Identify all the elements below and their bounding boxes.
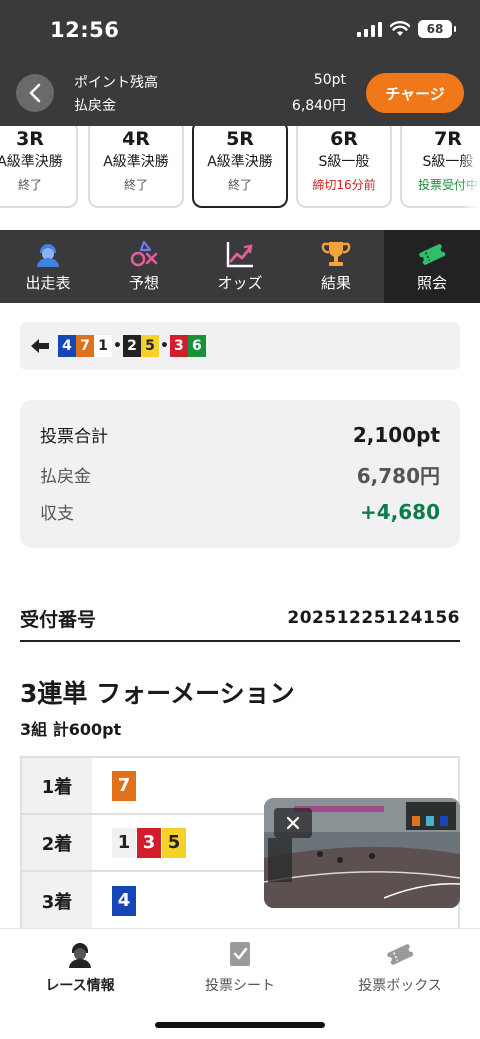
bet-subtitle: 3組 計600pt: [20, 720, 122, 739]
status-bar: 12:56 68: [0, 0, 480, 62]
prediction-icon: [130, 240, 158, 267]
bottom-tab-label: 投票ボックス: [358, 978, 442, 994]
ticket-icon: [418, 244, 446, 265]
bracket-chip: 1: [94, 335, 112, 357]
sheet-check-icon: [230, 942, 250, 966]
race-status: 終了: [123, 178, 148, 192]
race-class: A級準決勝: [207, 154, 273, 170]
race-number: 4R: [122, 128, 150, 150]
chevron-left-icon: [29, 83, 41, 103]
home-indicator: [155, 1022, 325, 1028]
battery-icon: 68: [418, 20, 456, 38]
race-status: 締切16分前: [312, 178, 376, 192]
summary-payout-row: 払戻金 6,780円: [40, 460, 440, 489]
bracket-chip: 3: [137, 827, 161, 858]
race-class: A級準決勝: [0, 154, 63, 170]
ticket-box-icon: [386, 944, 414, 965]
bracket-chip: 4: [58, 335, 76, 357]
race-status: 終了: [227, 178, 252, 192]
selection-combo: 4 7 1 • 2 5 • 3 6: [20, 322, 460, 370]
chip-group: 1 3 5: [92, 827, 186, 858]
total-label: 投票合計: [40, 427, 108, 447]
status-time: 12:56: [50, 18, 120, 42]
race-tab-5r[interactable]: 5R A級準決勝 終了: [192, 126, 288, 208]
summary-total-row: 投票合計 2,100pt: [40, 422, 440, 448]
bracket-chip: 2: [122, 335, 141, 357]
live-video-player[interactable]: [264, 798, 460, 908]
section-tabs: 出走表 予想 オッズ 結果 照会: [0, 230, 480, 303]
balance-label: 収支: [40, 504, 74, 524]
bracket-chip: 4: [112, 885, 136, 916]
tab-prediction[interactable]: 予想: [96, 230, 192, 303]
close-video-button[interactable]: [274, 808, 312, 838]
race-class: S級一般: [318, 154, 370, 170]
chip-group: 7: [92, 770, 136, 801]
position-label: 2着: [22, 815, 92, 870]
tab-odds[interactable]: オッズ: [192, 230, 288, 303]
strip-fade: [460, 126, 480, 230]
payout-value: 6,780円: [356, 464, 440, 488]
bottom-tab-bet-sheet[interactable]: 投票シート: [160, 939, 320, 995]
tab-results[interactable]: 結果: [288, 230, 384, 303]
bottom-tab-race-info[interactable]: レース情報: [0, 939, 160, 995]
racer-icon: [37, 244, 59, 267]
receipt-number-row: 受付番号 20251225124156: [20, 596, 460, 642]
bottom-tab-label: 投票シート: [205, 978, 275, 994]
tab-label: 予想: [128, 274, 159, 292]
racer-icon: [69, 943, 91, 968]
balance-value: +4,680: [359, 499, 440, 524]
tab-inquiry[interactable]: 照会: [384, 230, 480, 303]
race-number: 6R: [330, 128, 358, 150]
trophy-icon: [321, 242, 351, 266]
combo-separator: •: [113, 338, 122, 354]
tab-label: 出走表: [25, 274, 71, 292]
race-tab-3r[interactable]: 3R A級準決勝 終了: [0, 126, 78, 208]
payout-label: 払戻金: [40, 467, 91, 487]
bracket-chip: 6: [187, 335, 206, 357]
app-header: ポイント残高 払戻金 50pt 6,840円 チャージ: [0, 62, 480, 126]
bracket-chip: 5: [162, 827, 186, 858]
race-tab-6r[interactable]: 6R S級一般 締切16分前: [296, 126, 392, 208]
close-icon: [286, 816, 300, 830]
bracket-chip: 1: [112, 827, 136, 858]
chip-group: 4: [92, 885, 136, 916]
tab-entries[interactable]: 出走表: [0, 230, 96, 303]
bracket-chip: 5: [140, 335, 159, 357]
receipt-value: 20251225124156: [287, 608, 460, 628]
tab-label: 結果: [320, 274, 351, 292]
race-class: A級準決勝: [103, 154, 169, 170]
status-icons: 68: [357, 20, 456, 38]
race-number: 5R: [226, 128, 254, 150]
race-status: 終了: [17, 178, 42, 192]
tab-label: 照会: [416, 274, 447, 292]
race-number: 3R: [16, 128, 44, 150]
position-label: 1着: [22, 758, 92, 813]
arrow-left-icon: [31, 339, 49, 353]
tab-label: オッズ: [217, 274, 263, 292]
bet-type-title: 3連単 フォーメーション: [20, 679, 295, 708]
bracket-chip: 7: [76, 335, 94, 357]
position-label: 3着: [22, 872, 92, 929]
bracket-chip: 7: [112, 770, 136, 801]
odds-chart-icon: [226, 242, 253, 268]
refund-value: 6,840円: [291, 98, 346, 114]
back-button[interactable]: [16, 74, 54, 112]
summary-card: 投票合計 2,100pt 払戻金 6,780円 収支 +4,680: [20, 400, 460, 548]
points-value: 50pt: [313, 72, 346, 88]
signal-icon: [357, 21, 382, 37]
race-tab-4r[interactable]: 4R A級準決勝 終了: [88, 126, 184, 208]
bottom-tab-bet-box[interactable]: 投票ボックス: [320, 939, 480, 995]
points-label: ポイント残高: [74, 75, 158, 91]
charge-button[interactable]: チャージ: [366, 73, 464, 113]
bottom-tab-label: レース情報: [45, 978, 115, 994]
race-selector: 3R A級準決勝 終了 4R A級準決勝 終了 5R A級準決勝 終了 6R S…: [0, 126, 480, 230]
combo-separator: •: [159, 338, 169, 354]
refund-label: 払戻金: [74, 98, 116, 114]
summary-balance-row: 収支 +4,680: [40, 499, 440, 525]
wifi-icon: [390, 21, 410, 36]
bracket-chip: 3: [169, 335, 188, 357]
total-value: 2,100pt: [352, 422, 440, 447]
receipt-label: 受付番号: [20, 608, 97, 631]
